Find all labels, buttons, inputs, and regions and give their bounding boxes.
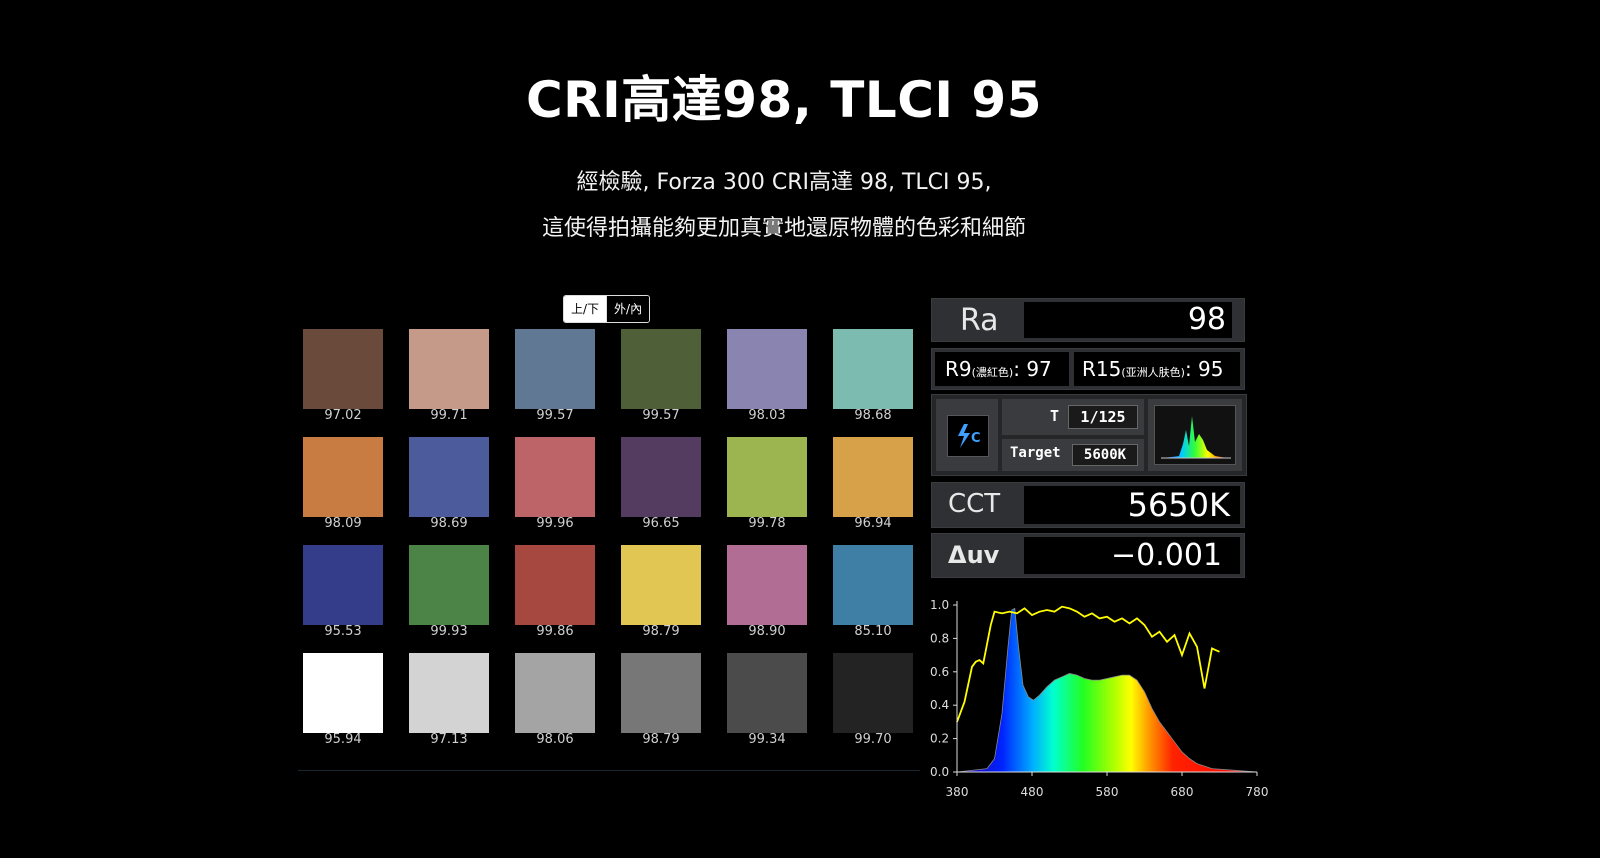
y-tick-label: 0.0 xyxy=(930,765,949,779)
swatch-value: 99.34 xyxy=(748,732,786,747)
shutter-box: T 1/125 xyxy=(1002,399,1144,435)
r9-label: R9 xyxy=(945,357,972,381)
color-swatch xyxy=(409,437,489,517)
color-swatch xyxy=(727,653,807,733)
subtitle-line-1: 經檢驗, Forza 300 CRI高達 98, TLCI 95, xyxy=(576,170,992,195)
color-swatch xyxy=(303,545,383,625)
toggle-option-outer-inner[interactable]: 外/內 xyxy=(606,296,650,322)
color-swatch xyxy=(621,653,701,733)
swatch-value: 99.70 xyxy=(854,732,892,747)
swatch-value: 98.09 xyxy=(324,516,362,531)
color-swatch xyxy=(727,329,807,409)
target-label: Target xyxy=(1010,445,1061,461)
y-tick-label: 0.2 xyxy=(930,732,949,746)
color-swatch xyxy=(303,653,383,733)
page-title: CRI高達98, TLCI 95 xyxy=(525,71,1043,129)
color-swatch xyxy=(833,437,913,517)
swatch-value: 97.13 xyxy=(430,732,468,747)
color-swatch xyxy=(833,653,913,733)
swatch-value: 98.03 xyxy=(748,408,786,423)
swatch-value: 99.71 xyxy=(430,408,468,423)
swatch-value: 98.68 xyxy=(854,408,892,423)
ra-row: Ra 98 xyxy=(931,298,1245,342)
color-swatch xyxy=(833,545,913,625)
x-tick-label: 380 xyxy=(946,785,969,799)
color-swatch xyxy=(409,545,489,625)
cct-value: 5650K xyxy=(1024,486,1240,524)
swatch-value: 98.79 xyxy=(642,732,680,747)
swatch-value: 99.78 xyxy=(748,516,786,531)
duv-label: Δuv xyxy=(948,541,1000,569)
r9-note: (濃紅色) xyxy=(971,366,1014,379)
r15-note: (亚洲人肤色) xyxy=(1121,366,1185,379)
cct-row: CCT 5650K xyxy=(931,482,1245,528)
color-swatch xyxy=(515,545,595,625)
x-tick-label: 580 xyxy=(1096,785,1119,799)
r15-field: R15(亚洲人肤色): 95 xyxy=(1074,352,1240,386)
mode-box: C xyxy=(936,399,998,471)
color-swatch xyxy=(833,329,913,409)
r15-value: : 95 xyxy=(1184,357,1224,381)
y-tick-label: 0.6 xyxy=(930,665,949,679)
color-swatch xyxy=(621,437,701,517)
spectrum-thumb-box xyxy=(1148,399,1242,471)
swatch-value: 96.65 xyxy=(642,516,680,531)
toggle-option-top-bottom[interactable]: 上/下 xyxy=(564,296,607,322)
spectral-power-chart: 0.0 0.2 0.4 0.6 0.8 1.0 380 480 580 680 780 xyxy=(922,582,1272,804)
y-tick-label: 0.4 xyxy=(930,698,949,712)
color-swatch xyxy=(621,545,701,625)
r9-value: : 97 xyxy=(1013,357,1052,381)
swatch-value: 95.94 xyxy=(324,732,362,747)
y-tick-label: 0.8 xyxy=(930,631,949,645)
r9-field: R9(濃紅色): 97 xyxy=(935,352,1069,386)
cct-label: CCT xyxy=(948,489,1001,519)
y-tick-label: 1.0 xyxy=(930,598,949,612)
color-swatch xyxy=(515,329,595,409)
swatch-value: 98.90 xyxy=(748,624,786,639)
swatch-value: 99.96 xyxy=(536,516,574,531)
color-swatch xyxy=(303,437,383,517)
swatch-value: 99.57 xyxy=(536,408,574,423)
ra-value: 98 xyxy=(1024,302,1232,338)
color-swatch xyxy=(409,329,489,409)
color-swatch xyxy=(409,653,489,733)
swatch-value: 98.69 xyxy=(430,516,468,531)
swatch-value: 99.86 xyxy=(536,624,574,639)
layout-toggle[interactable]: 上/下 外/內 xyxy=(563,295,651,323)
target-box: Target 5600K xyxy=(1002,439,1144,471)
shutter-value[interactable]: 1/125 xyxy=(1068,405,1138,429)
color-swatch xyxy=(621,329,701,409)
svg-text:C: C xyxy=(971,431,981,446)
color-swatch xyxy=(303,329,383,409)
x-tick-label: 480 xyxy=(1021,785,1044,799)
r15-label: R15 xyxy=(1082,357,1122,381)
x-tick-label: 680 xyxy=(1171,785,1194,799)
swatch-value: 95.53 xyxy=(324,624,362,639)
duv-value: −0.001 xyxy=(1024,537,1240,574)
capture-settings-panel: C T 1/125 Target 5600K xyxy=(931,394,1247,476)
swatch-value: 85.10 xyxy=(854,624,892,639)
x-tick-label: 780 xyxy=(1246,785,1269,799)
color-swatch xyxy=(727,437,807,517)
ra-label: Ra xyxy=(960,303,999,338)
swatch-value: 99.57 xyxy=(642,408,680,423)
grid-baseline xyxy=(298,770,920,771)
target-value[interactable]: 5600K xyxy=(1072,444,1138,466)
swatch-value: 96.94 xyxy=(854,516,892,531)
duv-row: Δuv −0.001 xyxy=(931,533,1245,578)
spectrum-thumbnail-icon[interactable] xyxy=(1154,405,1236,465)
swatch-value: 98.79 xyxy=(642,624,680,639)
color-swatch xyxy=(515,437,595,517)
r-values-row: R9(濃紅色): 97 R15(亚洲人肤色): 95 xyxy=(931,348,1245,390)
color-swatch xyxy=(727,545,807,625)
color-swatch xyxy=(515,653,595,733)
shutter-label: T xyxy=(1050,407,1060,425)
swatch-value: 99.93 xyxy=(430,624,468,639)
swatch-value: 98.06 xyxy=(536,732,574,747)
subtitle-line-2: 這使得拍攝能夠更加真實地還原物體的色彩和細節 xyxy=(541,216,1026,241)
swatch-value: 97.02 xyxy=(324,408,362,423)
flash-c-icon[interactable]: C xyxy=(947,415,989,457)
